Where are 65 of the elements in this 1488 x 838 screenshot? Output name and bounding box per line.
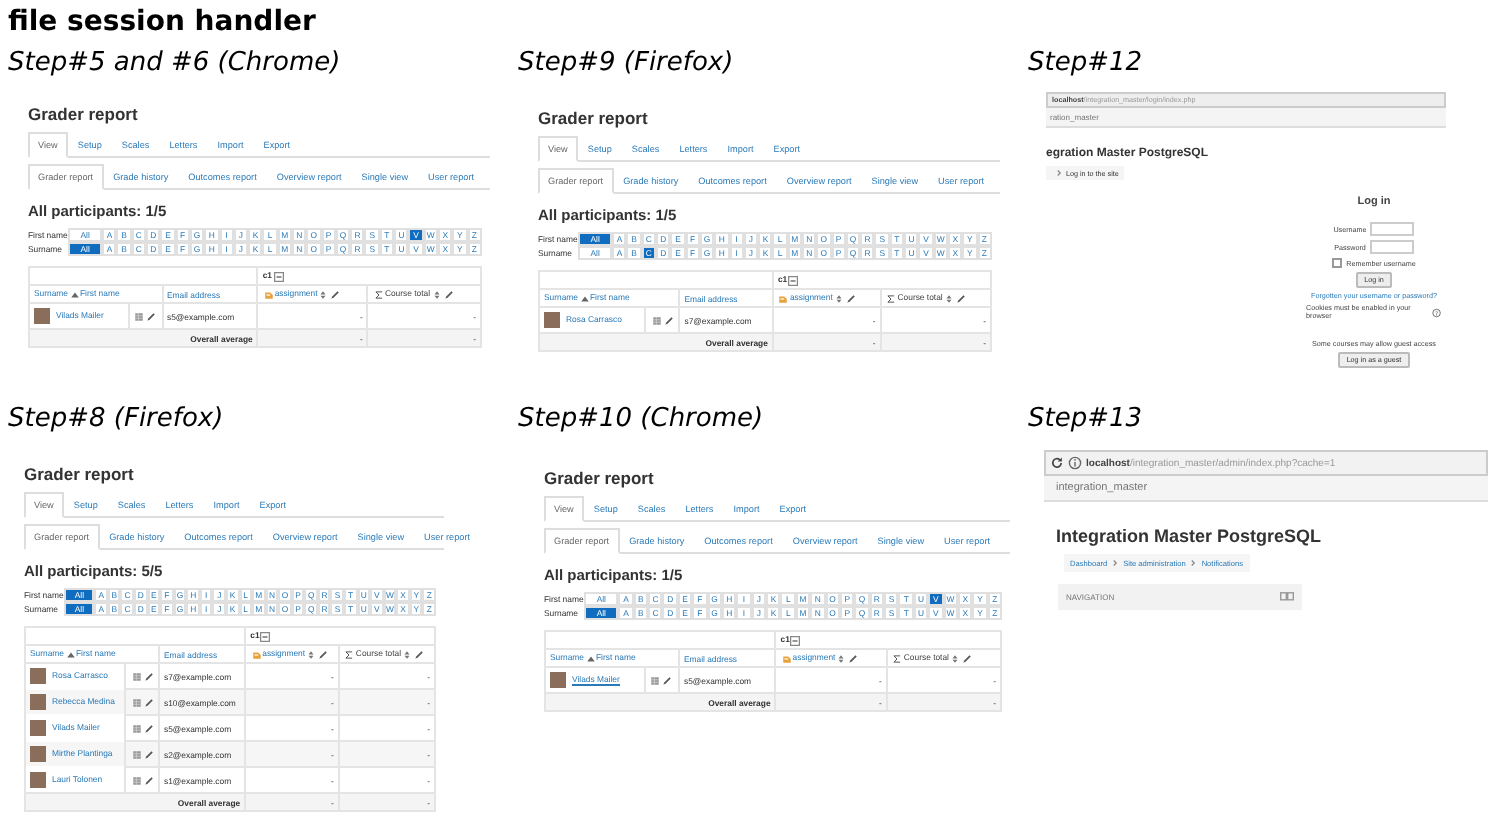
avatar-placeholder — [34, 308, 50, 324]
assignment-icon — [778, 293, 789, 304]
assignment-icon — [251, 649, 262, 660]
username-field[interactable] — [1370, 222, 1415, 236]
sheet-title: file session handler — [6, 4, 318, 42]
chevron-icon — [1053, 168, 1063, 178]
sum-icon — [373, 289, 384, 300]
edit-icon[interactable] — [845, 293, 856, 304]
password-field[interactable] — [1369, 240, 1414, 254]
edit-icon[interactable] — [414, 649, 424, 660]
site-heading: Integration Master PostgreSQL — [1056, 526, 1324, 546]
edit-icon[interactable] — [955, 293, 966, 304]
page-heading: Grader report — [544, 468, 656, 488]
sort-icon[interactable] — [318, 289, 329, 300]
edit-icon[interactable] — [143, 749, 153, 760]
sort-icon[interactable] — [306, 649, 317, 660]
collapse-icon[interactable] — [790, 635, 801, 646]
edit-icon[interactable] — [961, 653, 972, 664]
page-heading: Grader report — [24, 464, 136, 484]
assignment-icon — [781, 653, 792, 664]
edit-icon[interactable] — [330, 289, 341, 300]
collapse-icon[interactable] — [260, 631, 271, 642]
edit-icon[interactable] — [143, 671, 153, 682]
step-caption: Step#5 and #6 (Chrome) — [6, 46, 343, 82]
sort-ascending-icon — [585, 653, 595, 664]
checkbox[interactable] — [1332, 258, 1343, 268]
edit-icon[interactable] — [318, 649, 329, 660]
edit-icon[interactable] — [143, 775, 153, 786]
chevron-icon — [1188, 558, 1199, 568]
edit-icon[interactable] — [143, 697, 153, 708]
reload-icon[interactable] — [1050, 456, 1064, 470]
edit-icon[interactable] — [663, 315, 674, 326]
sum-icon — [886, 293, 897, 304]
step-caption: Step#8 (Firefox) — [6, 402, 226, 438]
info-icon — [1068, 456, 1082, 470]
step-caption: Step#13 — [1026, 402, 1145, 438]
avatar-placeholder — [550, 672, 566, 688]
edit-icon[interactable] — [662, 675, 673, 686]
sort-icon[interactable] — [943, 293, 954, 304]
sort-icon[interactable] — [833, 293, 844, 304]
step-caption: Step#10 (Chrome) — [516, 402, 766, 438]
sort-icon[interactable] — [431, 289, 442, 300]
step-caption: Step#9 (Firefox) — [516, 46, 736, 82]
sort-ascending-icon — [69, 289, 79, 300]
sort-icon[interactable] — [949, 653, 960, 664]
collapse-icon[interactable] — [788, 275, 799, 286]
help-icon[interactable] — [1431, 307, 1441, 317]
sort-ascending-icon — [65, 649, 75, 660]
assignment-icon — [263, 289, 274, 300]
chevron-icon — [1110, 558, 1121, 568]
step-caption: Step#12 — [1026, 46, 1145, 82]
collapse-icon[interactable] — [273, 271, 284, 282]
dock-icon[interactable] — [1280, 590, 1294, 604]
edit-icon[interactable] — [443, 289, 454, 300]
sort-ascending-icon — [579, 293, 589, 304]
edit-icon[interactable] — [143, 723, 153, 734]
sum-icon — [892, 653, 903, 664]
sort-icon[interactable] — [836, 653, 847, 664]
avatar-placeholder — [544, 312, 560, 328]
page-heading: Grader report — [538, 108, 650, 128]
edit-icon[interactable] — [848, 653, 859, 664]
sum-icon — [344, 649, 355, 660]
edit-icon[interactable] — [146, 311, 156, 322]
sort-icon[interactable] — [402, 649, 412, 660]
page-heading: Grader report — [28, 104, 140, 124]
